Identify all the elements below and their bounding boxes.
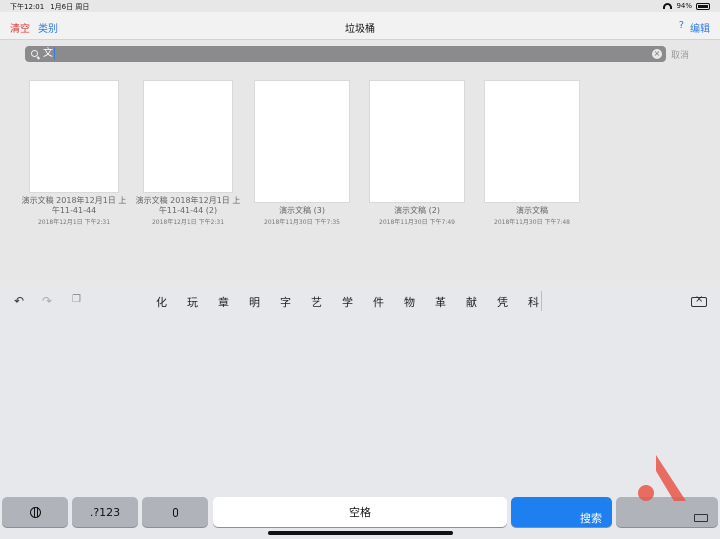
dictation-key[interactable]	[142, 497, 208, 527]
candidate-word[interactable]: 艺	[301, 294, 332, 310]
candidate-word[interactable]: 学	[332, 294, 363, 310]
navigation-bar: 清空 类别 垃圾桶 ? 编辑	[0, 12, 720, 40]
status-time: 下午12:01	[10, 3, 45, 11]
document-item[interactable]: 演示文稿 (3) 2018年11月30日 下午7:35	[252, 80, 352, 226]
candidate-word[interactable]: 章	[208, 294, 239, 310]
backspace-icon[interactable]	[691, 294, 707, 307]
document-name: 演示文稿 2018年12月1日 上午11-41-44 (2)	[135, 196, 241, 215]
space-key[interactable]: 空格	[213, 497, 507, 527]
home-indicator[interactable]	[268, 531, 453, 535]
undo-icon[interactable]: ↶	[14, 294, 24, 308]
document-thumbnail[interactable]	[143, 80, 233, 193]
page-title: 垃圾桶	[345, 24, 375, 35]
document-thumbnail[interactable]	[369, 80, 465, 203]
document-name: 演示文稿	[516, 206, 548, 215]
candidate-word[interactable]: 件	[363, 294, 394, 310]
clear-search-icon[interactable]: ×	[652, 49, 662, 59]
document-item[interactable]: 演示文稿 2018年11月30日 下午7:48	[482, 80, 582, 226]
candidate-word[interactable]: 献	[456, 294, 487, 310]
search-key[interactable]: 搜索	[511, 497, 612, 527]
candidate-divider	[541, 291, 542, 311]
candidate-word[interactable]: 明	[239, 294, 270, 310]
candidate-list: 化 玩 章 明 字 艺 学 件 物 革 献 凭 科	[146, 294, 549, 310]
document-date: 2018年11月30日 下午7:49	[379, 219, 455, 226]
candidate-bar: ↶ ↷ ❐ 化 玩 章 明 字 艺 学 件 物 革 献 凭 科	[0, 287, 720, 315]
watermark-logo	[638, 455, 686, 501]
search-icon	[31, 50, 38, 57]
numbers-key[interactable]: .?123	[72, 497, 138, 527]
document-name: 演示文稿 (3)	[279, 206, 325, 215]
document-grid: 演示文稿 2018年12月1日 上午11-41-44 2018年12月1日 下午…	[0, 80, 720, 240]
document-name: 演示文稿 (2)	[394, 206, 440, 215]
document-item[interactable]: 演示文稿 2018年12月1日 上午11-41-44 (2) 2018年12月1…	[134, 80, 242, 226]
candidate-word[interactable]: 革	[425, 294, 456, 310]
keyboard: ↶ ↷ ❐ 化 玩 章 明 字 艺 学 件 物 革 献 凭 科 .?123 空格…	[0, 287, 720, 539]
edit-button[interactable]: 编辑	[690, 20, 710, 35]
search-row: 文 × 取消	[0, 44, 720, 64]
cancel-button[interactable]: 取消	[671, 48, 689, 61]
search-input[interactable]: 文 ×	[25, 46, 666, 62]
candidate-word[interactable]: 科	[518, 294, 549, 310]
document-thumbnail[interactable]	[29, 80, 119, 193]
microphone-icon	[172, 507, 178, 517]
document-thumbnail[interactable]	[484, 80, 580, 203]
document-item[interactable]: 演示文稿 (2) 2018年11月30日 下午7:49	[367, 80, 467, 226]
redo-icon[interactable]: ↷	[42, 294, 52, 308]
paste-icon[interactable]: ❐	[72, 294, 81, 305]
document-date: 2018年11月30日 下午7:35	[264, 219, 340, 226]
status-date: 1月6日 周日	[50, 3, 90, 11]
document-name: 演示文稿 2018年12月1日 上午11-41-44	[21, 196, 127, 215]
hide-keyboard-key[interactable]	[616, 497, 718, 527]
document-thumbnail[interactable]	[254, 80, 350, 203]
candidate-word[interactable]: 物	[394, 294, 425, 310]
document-date: 2018年12月1日 下午2:31	[151, 219, 225, 226]
globe-key[interactable]	[2, 497, 68, 527]
battery-percent: 94%	[676, 2, 692, 10]
help-button[interactable]: ?	[679, 20, 684, 35]
search-value: 文	[43, 47, 55, 60]
document-date: 2018年11月30日 下午7:48	[494, 219, 570, 226]
candidate-word[interactable]: 凭	[487, 294, 518, 310]
wifi-icon	[663, 3, 673, 9]
document-item[interactable]: 演示文稿 2018年12月1日 上午11-41-44 2018年12月1日 下午…	[20, 80, 128, 226]
globe-icon	[29, 506, 41, 518]
candidate-word[interactable]: 字	[270, 294, 301, 310]
candidate-word[interactable]: 化	[146, 294, 177, 310]
battery-icon	[696, 2, 710, 10]
keyboard-icon	[694, 514, 708, 522]
status-bar: 下午12:01 1月6日 周日 94%	[0, 0, 720, 12]
candidate-word[interactable]: 玩	[177, 294, 208, 310]
document-date: 2018年12月1日 下午2:31	[37, 219, 111, 226]
